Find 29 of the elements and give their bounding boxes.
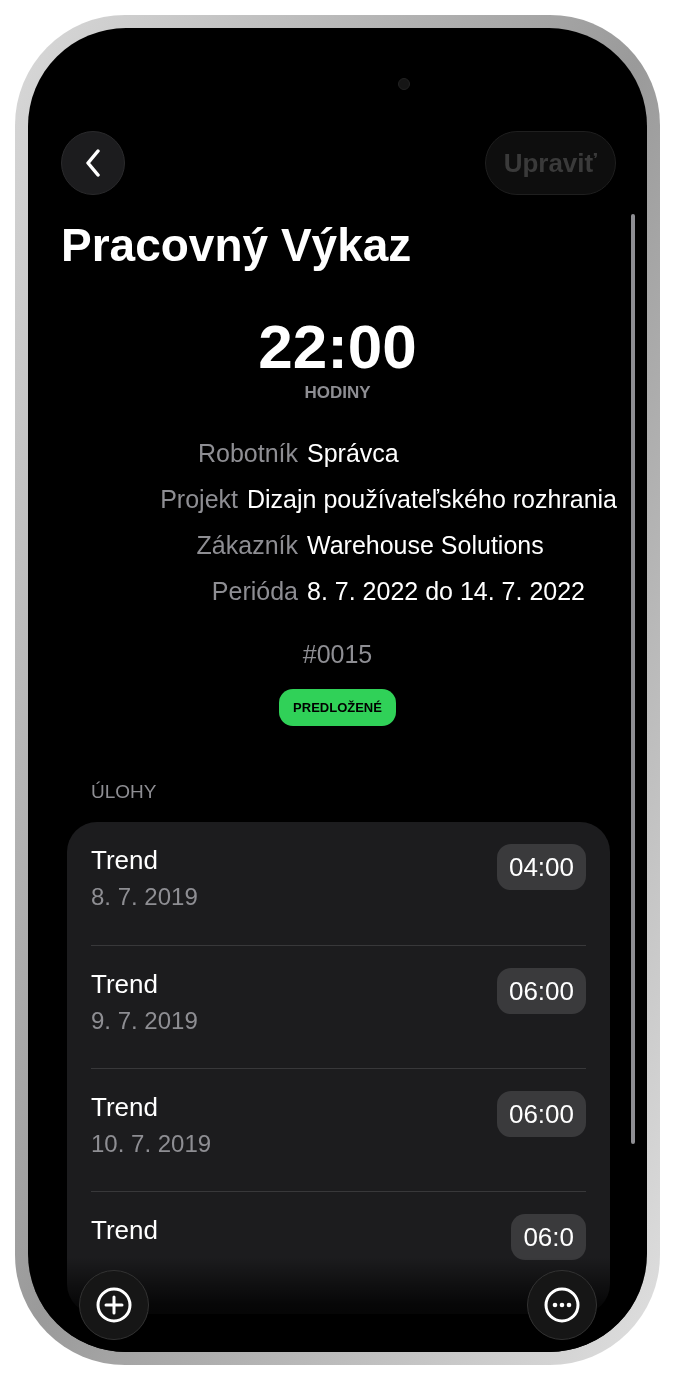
task-date: 10. 7. 2019 xyxy=(91,1129,212,1159)
task-title: Trend xyxy=(91,968,159,1000)
detail-label: Robotník xyxy=(196,438,298,470)
task-duration: 06:0 xyxy=(511,1214,586,1260)
detail-value: Warehouse Solutions xyxy=(307,530,544,562)
more-icon xyxy=(543,1286,581,1324)
hours-label: HODINY xyxy=(304,382,371,404)
detail-value: Správca xyxy=(307,438,399,470)
section-heading: ÚLOHY xyxy=(91,780,158,804)
task-date: 9. 7. 2019 xyxy=(91,1006,198,1036)
status-badge: PREDLOŽENÉ xyxy=(279,689,396,726)
detail-value: 8. 7. 2022 do 14. 7. 2022 xyxy=(307,576,585,608)
page-title: Pracovný Výkaz xyxy=(61,218,413,273)
hours-total: 22:00 xyxy=(258,312,417,382)
task-duration: 06:00 xyxy=(496,968,586,1014)
detail-label: Zákazník xyxy=(195,530,298,562)
task-duration: 04:00 xyxy=(496,844,586,890)
detail-label: Projekt xyxy=(159,484,238,516)
back-icon xyxy=(85,149,101,177)
add-icon xyxy=(95,1286,133,1324)
camera-icon xyxy=(398,78,410,90)
sheet-number: #0015 xyxy=(302,639,373,670)
detail-value: Dizajn používateľského rozhrania xyxy=(247,484,617,516)
task-title: Trend xyxy=(91,844,159,876)
task-duration: 06:00 xyxy=(496,1091,586,1137)
task-date: 8. 7. 2019 xyxy=(91,882,198,912)
task-title: Trend xyxy=(91,1214,158,1246)
task-title: Trend xyxy=(91,1091,159,1123)
detail-label: Perióda xyxy=(210,576,298,608)
